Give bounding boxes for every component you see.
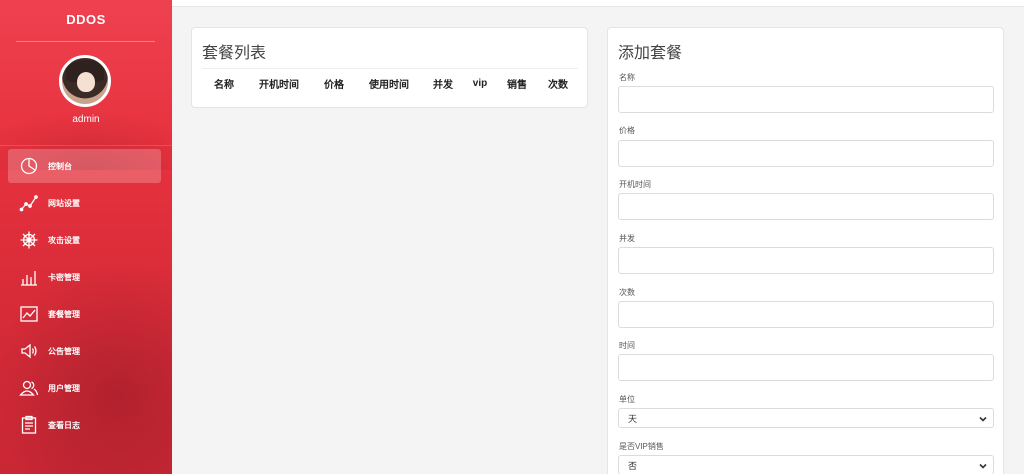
chevron-down-icon	[978, 461, 988, 471]
brand-title: DDOS	[66, 12, 106, 27]
sidebar-item-label: 用户管理	[48, 383, 80, 393]
concurrency-label: 并发	[619, 234, 635, 243]
sidebar-item-announcements[interactable]: 公告管理	[8, 334, 161, 368]
boot-time-input[interactable]	[618, 193, 994, 220]
package-table-header: 名称 开机时间 价格 使用时间 并发 vip 销售 次数	[202, 68, 578, 98]
avatar[interactable]	[59, 55, 111, 107]
column-header-boot-time: 开机时间	[259, 80, 299, 91]
package-list-title: 套餐列表	[202, 45, 267, 62]
sidebar: DDOS admin 控制台 网站设置 攻击设置 卡密管理 套餐管理 公告管理 …	[0, 0, 172, 474]
sidebar-item-label: 卡密管理	[48, 272, 80, 282]
sidebar-item-site-settings[interactable]: 网站设置	[8, 186, 161, 220]
users-icon	[19, 378, 39, 398]
price-label: 价格	[619, 126, 635, 135]
unit-select-value: 天	[628, 413, 638, 424]
column-header-name: 名称	[214, 80, 234, 91]
trend-chart-icon	[19, 304, 39, 324]
sidebar-item-dashboard[interactable]: 控制台	[8, 149, 161, 183]
price-input[interactable]	[618, 140, 994, 167]
sidebar-item-attack-settings[interactable]: 攻击设置	[8, 223, 161, 257]
line-graph-icon	[19, 193, 39, 213]
time-label: 时间	[619, 341, 635, 350]
sidebar-item-label: 网站设置	[48, 198, 80, 208]
sidebar-item-card-keys[interactable]: 卡密管理	[8, 260, 161, 294]
vip-sale-select[interactable]: 否	[618, 455, 994, 474]
nav-divider	[0, 145, 172, 146]
name-label: 名称	[619, 73, 635, 82]
boot-time-label: 开机时间	[619, 180, 651, 189]
column-header-sales: 销售	[507, 80, 527, 91]
add-package-card: 添加套餐 名称 价格 开机时间 并发 次数 时间 单位 天 是否VIP销售 否	[607, 27, 1004, 474]
unit-select[interactable]: 天	[618, 408, 994, 428]
bar-chart-icon	[19, 267, 39, 287]
top-bar	[172, 0, 1024, 7]
sidebar-nav: 控制台 网站设置 攻击设置 卡密管理 套餐管理 公告管理 用户管理 查看日志	[8, 149, 161, 445]
pie-chart-icon	[19, 156, 39, 176]
clipboard-icon	[19, 415, 39, 435]
vip-sale-label: 是否VIP销售	[619, 442, 664, 451]
column-header-count: 次数	[548, 80, 568, 91]
count-input[interactable]	[618, 301, 994, 328]
speaker-icon	[19, 341, 39, 361]
name-input[interactable]	[618, 86, 994, 113]
sidebar-item-label: 查看日志	[48, 420, 80, 430]
sidebar-item-users[interactable]: 用户管理	[8, 371, 161, 405]
column-header-concurrency: 并发	[433, 80, 453, 91]
time-input[interactable]	[618, 354, 994, 381]
add-package-title: 添加套餐	[618, 45, 683, 62]
chevron-down-icon	[978, 414, 988, 424]
column-header-vip: vip	[472, 78, 488, 89]
sidebar-item-label: 控制台	[48, 161, 72, 171]
concurrency-input[interactable]	[618, 247, 994, 274]
ship-wheel-icon	[19, 230, 39, 250]
sidebar-item-label: 攻击设置	[48, 235, 80, 245]
count-label: 次数	[619, 288, 635, 297]
sidebar-item-label: 公告管理	[48, 346, 80, 356]
unit-label: 单位	[619, 395, 635, 404]
sidebar-item-label: 套餐管理	[48, 309, 80, 319]
username: admin	[72, 114, 100, 125]
avatar-face	[77, 72, 95, 92]
column-header-price: 价格	[324, 80, 344, 91]
sidebar-item-logs[interactable]: 查看日志	[8, 408, 161, 442]
sidebar-item-packages[interactable]: 套餐管理	[8, 297, 161, 331]
column-header-usage-time: 使用时间	[369, 80, 409, 91]
package-list-card: 套餐列表 名称 开机时间 价格 使用时间 并发 vip 销售 次数	[191, 27, 588, 108]
vip-sale-select-value: 否	[628, 460, 638, 471]
brand-divider	[16, 41, 155, 42]
